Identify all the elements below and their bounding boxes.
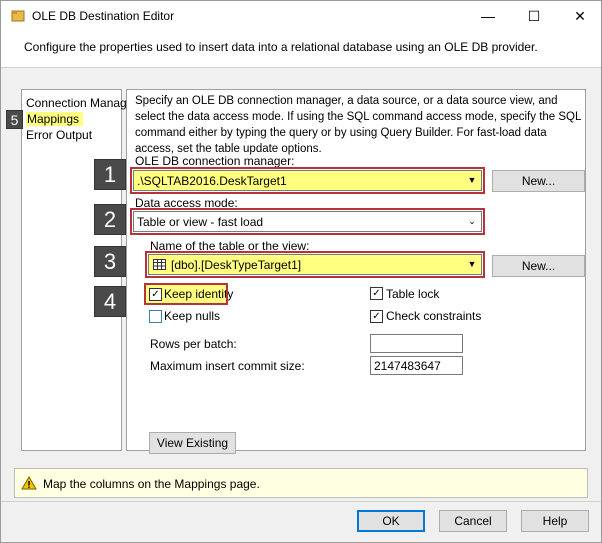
table-name-value: [dbo].[DeskTypeTarget1] (171, 258, 302, 272)
help-button[interactable]: Help (521, 510, 589, 532)
nav-item-connection-manager[interactable]: Connection Manager (26, 96, 137, 110)
view-existing-button[interactable]: View Existing (149, 432, 236, 454)
access-mode-combo[interactable]: Table or view - fast load ⌄ (133, 211, 482, 232)
ok-button[interactable]: OK (357, 510, 425, 532)
header-area: Configure the properties used to insert … (1, 31, 601, 67)
callout-4: 4 (94, 286, 126, 317)
check-constraints-checkbox[interactable]: ✓ (370, 310, 383, 323)
close-icon[interactable]: ✕ (557, 1, 602, 31)
check-constraints-label: Check constraints (386, 309, 482, 323)
nav-item-error-output[interactable]: Error Output (26, 128, 92, 142)
dialog-window: OLE DB Destination Editor — ☐ ✕ Configur… (0, 0, 602, 543)
header-divider (1, 67, 601, 68)
keep-identity-label: Keep identity (164, 287, 234, 301)
maximize-icon[interactable]: ☐ (511, 1, 557, 31)
nav-item-mappings[interactable]: Mappings (26, 112, 84, 126)
main-description: Specify an OLE DB connection manager, a … (135, 95, 581, 155)
keep-nulls-checkbox[interactable] (149, 310, 162, 323)
rows-per-batch-label: Rows per batch: (150, 337, 237, 351)
chevron-down-icon: ⌄ (468, 215, 476, 226)
app-icon (11, 9, 25, 23)
chevron-down-icon: ▼ (467, 259, 477, 269)
table-lock-label: Table lock (386, 287, 440, 301)
keep-nulls-label: Keep nulls (164, 309, 221, 323)
rows-per-batch-input[interactable] (370, 334, 463, 353)
max-commit-size-input[interactable]: 2147483647 (370, 356, 463, 375)
table-name-combo[interactable]: [dbo].[DeskTypeTarget1] ▼ (148, 254, 482, 275)
table-icon (153, 259, 166, 273)
footer-divider (1, 501, 601, 502)
chevron-down-icon: ▼ (467, 175, 477, 185)
access-mode-label: Data access mode: (135, 196, 238, 210)
callout-1: 1 (94, 159, 126, 190)
title-bar[interactable]: OLE DB Destination Editor — ☐ ✕ (1, 1, 601, 31)
callout-3: 3 (94, 246, 126, 277)
table-name-label: Name of the table or the view: (150, 239, 310, 253)
callout-2: 2 (94, 204, 126, 235)
table-lock-checkbox[interactable]: ✓ (370, 287, 383, 300)
header-description: Configure the properties used to insert … (24, 40, 538, 54)
connection-manager-combo[interactable]: .\SQLTAB2016.DeskTarget1 ▼ (133, 170, 482, 191)
callout-5: 5 (6, 110, 23, 129)
cancel-button[interactable]: Cancel (439, 510, 507, 532)
max-commit-size-label: Maximum insert commit size: (150, 359, 305, 373)
new-table-button[interactable]: New... (492, 255, 585, 277)
access-mode-value: Table or view - fast load (137, 215, 264, 229)
new-connection-button[interactable]: New... (492, 170, 585, 192)
message-text: Map the columns on the Mappings page. (43, 477, 260, 491)
message-bar: Map the columns on the Mappings page. (14, 468, 588, 498)
keep-identity-checkbox[interactable]: ✓ (149, 288, 162, 301)
window-title: OLE DB Destination Editor (32, 9, 175, 23)
minimize-icon[interactable]: — (465, 1, 511, 31)
warning-icon (21, 476, 37, 493)
connection-manager-value: .\SQLTAB2016.DeskTarget1 (137, 174, 287, 188)
connection-manager-label: OLE DB connection manager: (135, 154, 295, 168)
